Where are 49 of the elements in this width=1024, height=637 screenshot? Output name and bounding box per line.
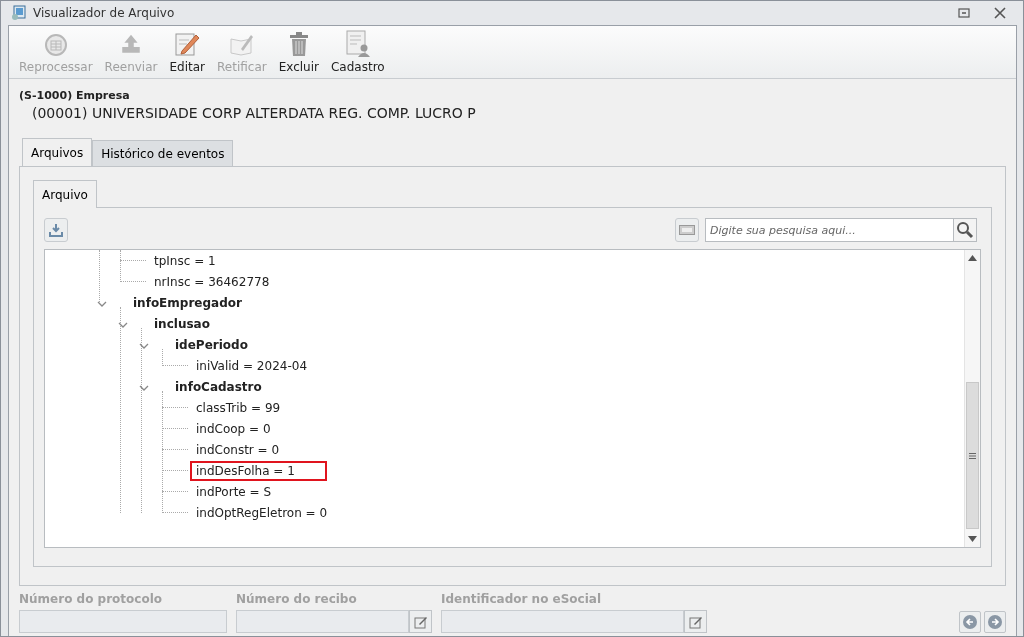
window-title: Visualizador de Arquivo — [33, 6, 175, 20]
tab[interactable]: Arquivo — [33, 180, 97, 208]
tree-leaf[interactable]: tpInsc = 1 — [148, 250, 222, 271]
toolbar-button[interactable]: Excluir — [272, 30, 325, 74]
tree-leaf[interactable]: indConstr = 0 — [190, 439, 286, 460]
tree-node[interactable]: infoCadastro — [169, 376, 268, 397]
toolbar-button[interactable]: Editar — [163, 30, 212, 74]
document-person-icon — [344, 30, 371, 58]
tree-node[interactable]: inclusao — [148, 313, 216, 334]
xml-icon — [679, 225, 695, 235]
previous-button[interactable] — [959, 611, 981, 633]
xml-button[interactable] — [675, 218, 699, 242]
edit-button[interactable] — [684, 610, 707, 633]
search-field[interactable]: Digite sua pesquisa aqui... — [705, 218, 953, 242]
tree-leaf[interactable]: iniValid = 2024-04 — [190, 355, 313, 376]
field-label: Número do protocolo — [19, 592, 164, 606]
tree-leaf[interactable]: indPorte = S — [190, 481, 278, 502]
tab[interactable]: Arquivos — [22, 138, 93, 166]
pencil-icon — [413, 614, 428, 629]
search-icon[interactable] — [953, 218, 977, 242]
pencil-document-icon — [174, 31, 201, 57]
tree-leaf[interactable]: indDesFolha = 1 — [190, 460, 327, 481]
app-icon — [11, 5, 27, 21]
trash-icon — [287, 31, 310, 57]
event-title: (S-1000) Empresa — [19, 89, 131, 102]
pencil-icon — [688, 614, 703, 629]
toolbar-button[interactable]: Cadastro — [325, 30, 391, 74]
field-label: Número do recibo — [236, 592, 358, 606]
company-name: (00001) UNIVERSIDADE CORP ALTERDATA REG. COMP. LUCRO P — [32, 105, 477, 121]
restore-icon — [958, 8, 970, 18]
tree-node[interactable]: idePeriodo — [169, 334, 254, 355]
close-icon — [994, 7, 1006, 19]
scroll-up-icon[interactable] — [968, 255, 977, 261]
scroll-down-icon[interactable] — [968, 536, 977, 542]
upload-icon — [120, 33, 143, 55]
tree-leaf[interactable]: nrInsc = 36462778 — [148, 271, 276, 292]
download-icon — [48, 222, 64, 238]
scrollbar[interactable] — [964, 250, 980, 547]
tab[interactable]: Histórico de eventos — [92, 140, 234, 166]
download-button[interactable] — [44, 218, 68, 242]
tree-leaf[interactable]: classTrib = 99 — [190, 397, 287, 418]
tree-leaf[interactable]: indCoop = 0 — [190, 418, 277, 439]
tree-leaf[interactable]: indOptRegEletron = 0 — [190, 502, 334, 523]
field-label: Identificador no eSocial — [441, 592, 603, 606]
grip-icon — [969, 452, 976, 459]
tree-node[interactable]: infoEmpregador — [127, 292, 248, 313]
refresh-icon — [42, 31, 69, 57]
next-button[interactable] — [984, 611, 1006, 633]
edit-button[interactable] — [409, 610, 432, 633]
